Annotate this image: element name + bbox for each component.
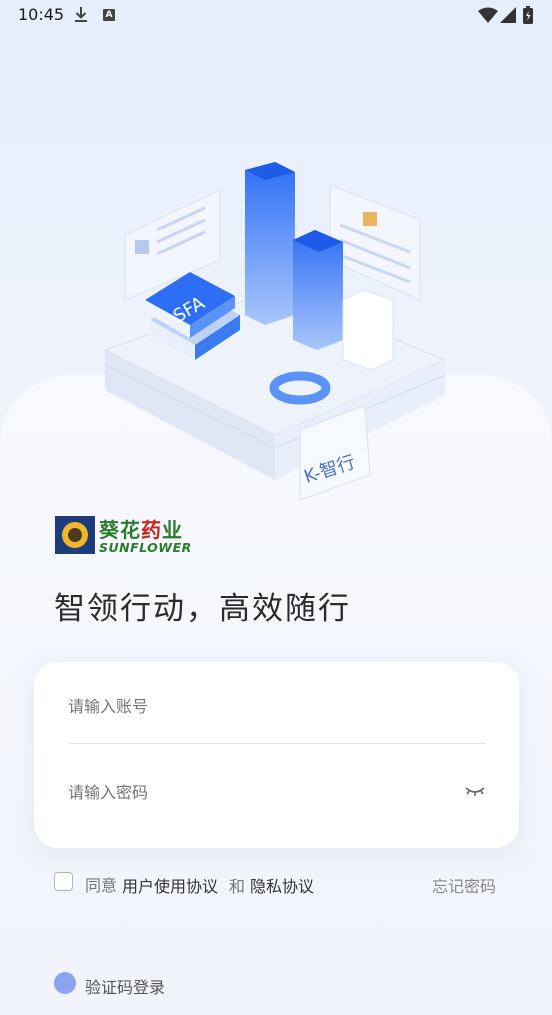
code-login-icon [54, 972, 76, 994]
code-login-label: 验证码登录 [85, 978, 166, 997]
hero-area: SFA K-智行 [0, 0, 552, 1015]
brand-logo: 葵花药业 SUNFLOWER [55, 514, 205, 556]
privacy-agreement-link[interactable]: 隐私协议 [250, 873, 314, 897]
eye-closed-icon[interactable] [464, 784, 486, 798]
sunflower-emblem-icon [55, 516, 95, 554]
hero-illustration: SFA K-智行 [103, 162, 447, 501]
logo-chinese-text: 葵花药业 [99, 518, 183, 542]
agree-checkbox[interactable] [54, 872, 73, 891]
user-agreement-link[interactable]: 用户使用协议 [122, 873, 218, 897]
agree-prefix-text: 同意 [85, 876, 118, 895]
agreement-row: 同意 用户使用协议 和 隐私协议 忘记密码 [54, 870, 514, 897]
forgot-password-link[interactable]: 忘记密码 [432, 873, 496, 897]
password-input[interactable] [68, 772, 486, 812]
field-divider [68, 743, 486, 744]
logo-english-text: SUNFLOWER [99, 540, 192, 555]
slogan: 智领行动，高效随行 [54, 591, 351, 627]
login-form-card [34, 662, 519, 848]
account-input[interactable] [68, 686, 486, 726]
and-text: 和 [229, 877, 246, 896]
